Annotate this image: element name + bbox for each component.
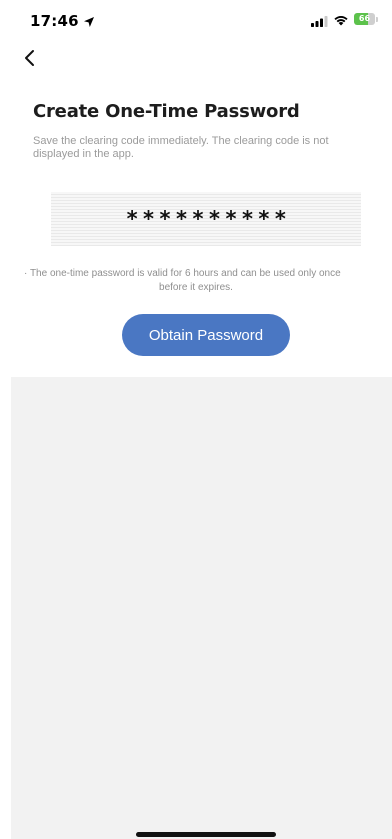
password-mask: ********** bbox=[126, 207, 292, 231]
status-bar: 17:46 66 bbox=[0, 0, 392, 44]
validity-note-line1: The one-time password is valid for 6 hou… bbox=[24, 267, 392, 281]
battery-percentage: 66 bbox=[358, 14, 371, 23]
lower-panel bbox=[11, 377, 392, 839]
location-arrow-icon bbox=[83, 15, 95, 27]
password-display: ********** bbox=[51, 192, 361, 246]
validity-note-line2: before it expires. bbox=[159, 282, 233, 293]
page-title: Create One-Time Password bbox=[33, 101, 300, 122]
cellular-signal-icon bbox=[311, 14, 328, 27]
battery-cap bbox=[376, 16, 378, 22]
page-subtitle: Save the clearing code immediately. The … bbox=[33, 135, 329, 160]
validity-note: The one-time password is valid for 6 hou… bbox=[0, 267, 392, 295]
battery-indicator: 66 bbox=[354, 13, 378, 25]
wifi-icon bbox=[333, 13, 349, 26]
status-time-group: 17:46 bbox=[30, 12, 95, 30]
home-indicator bbox=[136, 832, 276, 837]
back-button[interactable] bbox=[16, 46, 44, 74]
status-indicators: 66 bbox=[311, 13, 378, 27]
chevron-left-icon bbox=[23, 49, 37, 72]
status-time: 17:46 bbox=[30, 12, 79, 30]
battery-icon: 66 bbox=[354, 13, 375, 25]
obtain-password-button[interactable]: Obtain Password bbox=[122, 314, 290, 356]
